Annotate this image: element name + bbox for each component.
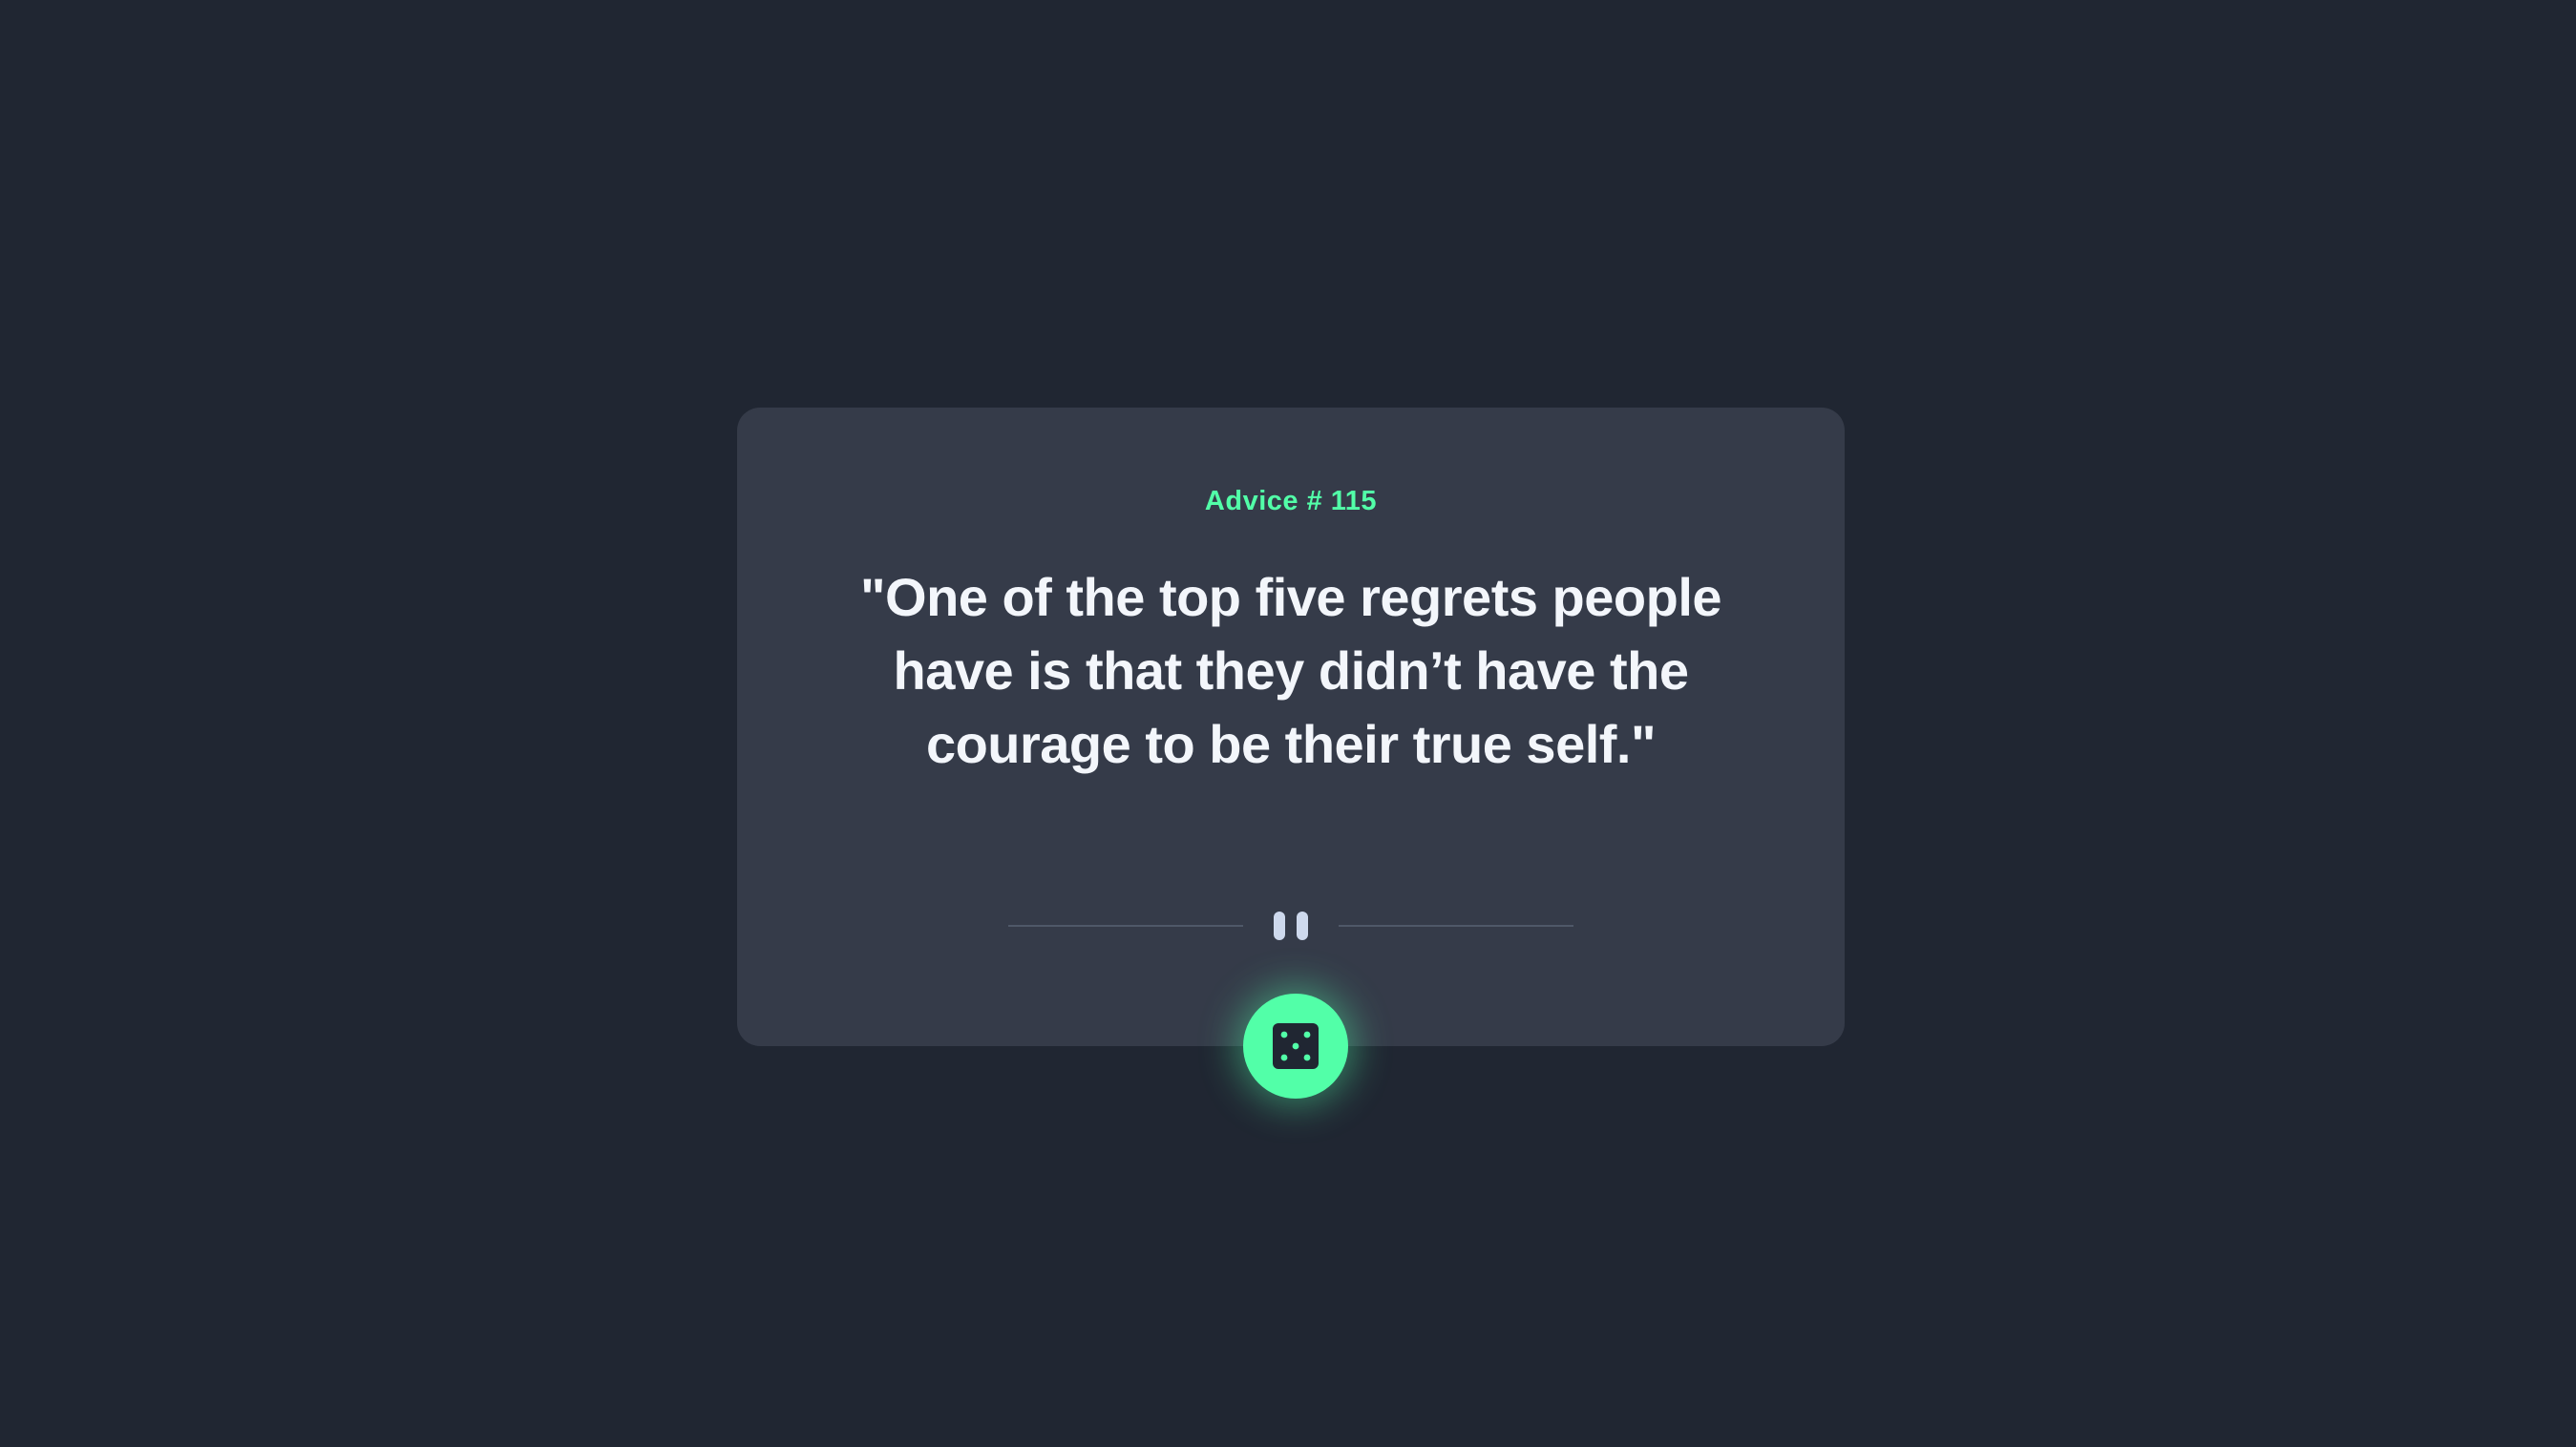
pause-icon (1253, 909, 1329, 943)
new-advice-button[interactable] (1243, 994, 1348, 1099)
divider (1008, 909, 1573, 943)
advice-id-label: Advice # 115 (1204, 486, 1378, 516)
page: Advice # 115 "One of the top five regret… (0, 0, 2576, 1447)
pause-bar-right (1297, 912, 1308, 940)
advice-card: Advice # 115 "One of the top five regret… (737, 408, 1845, 1046)
advice-quote: "One of the top five regrets people have… (859, 567, 1722, 774)
divider-line-right (1339, 925, 1573, 927)
divider-line-left (1008, 925, 1243, 927)
pause-bar-left (1274, 912, 1285, 940)
dice-icon (1273, 1023, 1319, 1069)
